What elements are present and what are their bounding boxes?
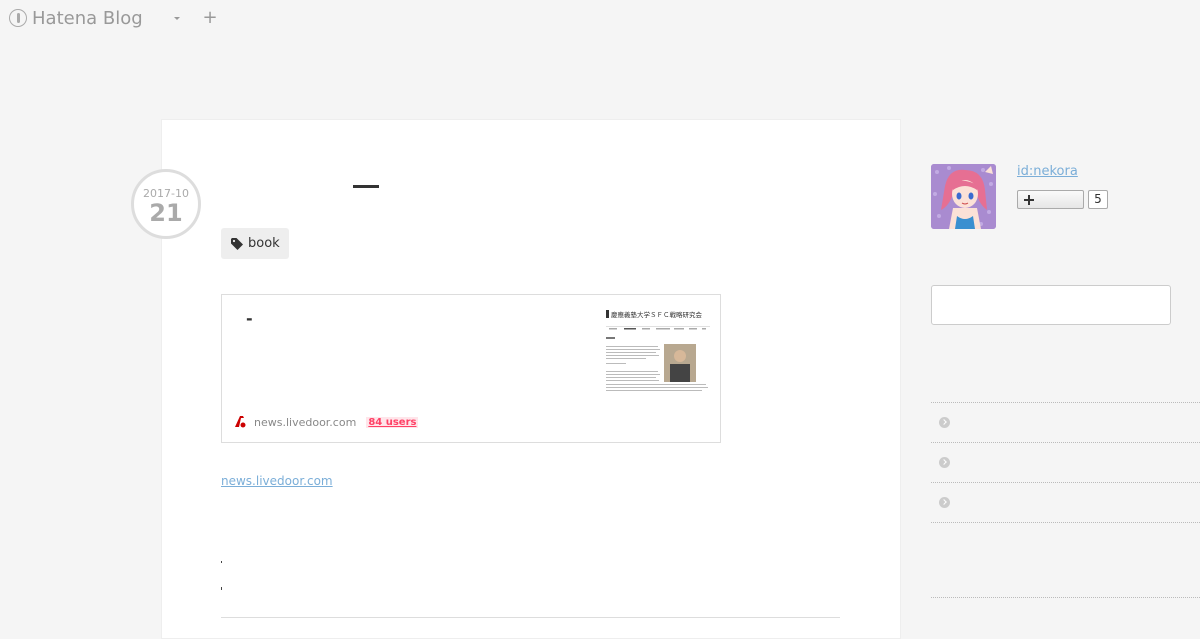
entry-divider [221, 617, 840, 618]
text-fragment [221, 587, 222, 590]
plus-icon[interactable]: + [202, 9, 218, 27]
embed-footer: news.livedoor.com 84 users [234, 413, 419, 431]
sidebar-list-item[interactable] [931, 402, 1200, 442]
entry-date-day: 21 [149, 199, 183, 227]
subscriber-count: 5 [1088, 190, 1108, 209]
subscribe-button[interactable] [1017, 190, 1084, 209]
svg-text:慶應義塾大学ＳＦＣ戦略研究会: 慶應義塾大学ＳＦＣ戦略研究会 [611, 310, 703, 319]
chevron-down-icon [174, 16, 180, 20]
search-input[interactable] [931, 285, 1171, 325]
sidebar-divider [931, 522, 1200, 523]
sidebar-list-item[interactable] [931, 442, 1200, 482]
entry-date-badge: 2017-10 21 [131, 169, 201, 239]
chevron-right-icon [939, 497, 950, 508]
chevron-right-icon [939, 417, 950, 428]
category-tag-book[interactable]: book [221, 228, 289, 259]
logo-text: Hatena Blog [32, 7, 143, 29]
user-id-link[interactable]: id:nekora [1017, 164, 1078, 179]
tag-icon [231, 237, 243, 250]
source-link[interactable]: news.livedoor.com [221, 474, 333, 488]
hatena-logo-icon [9, 9, 27, 27]
hatena-blog-logo[interactable]: Hatena Blog [9, 6, 143, 30]
avatar[interactable] [931, 164, 996, 229]
embed-title[interactable]: - [246, 309, 586, 328]
text-fragment [221, 561, 222, 563]
sidebar-list-item[interactable] [931, 482, 1200, 522]
blog-menu-dropdown[interactable] [170, 10, 184, 26]
embed-thumbnail: 慶應義塾大学ＳＦＣ戦略研究会 [606, 308, 710, 398]
embed-domain[interactable]: news.livedoor.com [254, 416, 356, 429]
entry-title[interactable] [221, 166, 821, 206]
title-dash [353, 185, 379, 188]
tag-label: book [248, 236, 280, 251]
livedoor-favicon-icon [235, 416, 246, 428]
sidebar-divider [931, 597, 1200, 598]
bookmark-users-badge[interactable]: 84 users [366, 416, 419, 428]
embedded-link-card[interactable]: - 慶應義塾大学ＳＦＣ戦略研究会 news.livedoor.com 84 us… [221, 294, 721, 443]
global-header: Hatena Blog + [0, 0, 1200, 36]
chevron-right-icon [939, 457, 950, 468]
